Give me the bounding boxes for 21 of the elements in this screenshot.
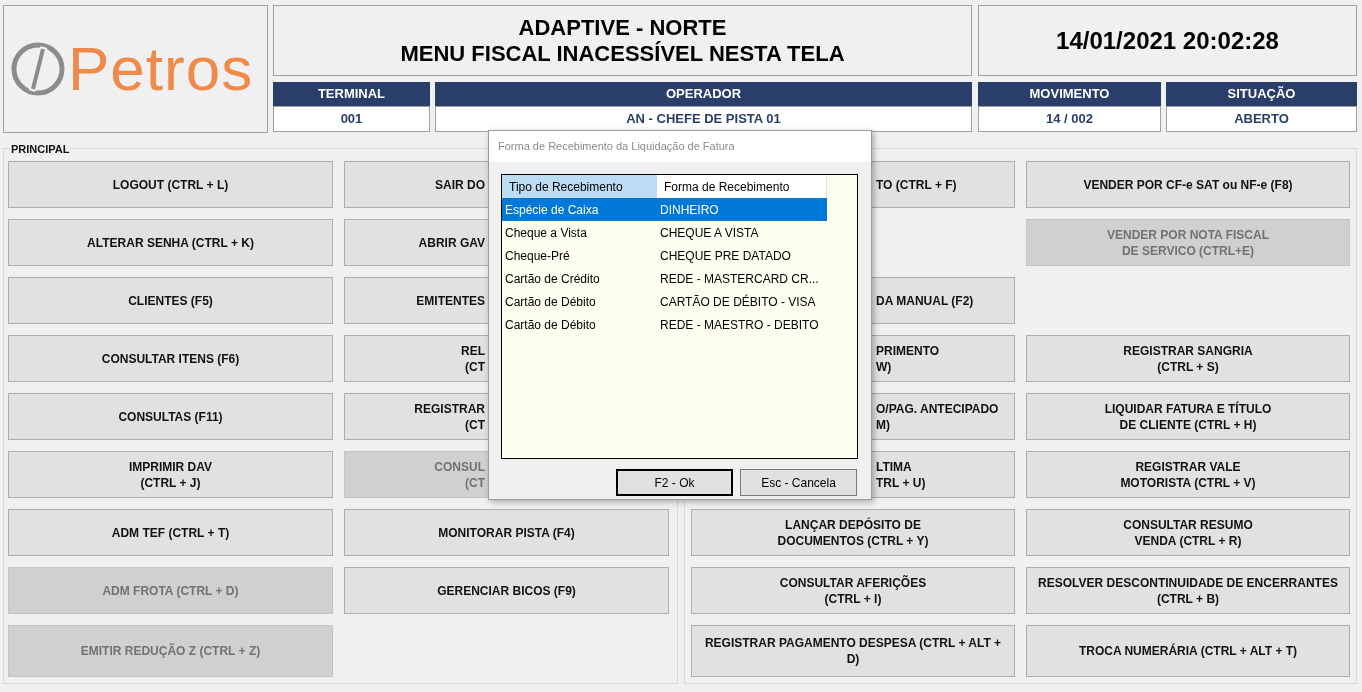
list-cell-text: Espécie de Caixa <box>504 201 600 219</box>
info-header: OPERADOR <box>435 82 972 106</box>
datetime-text: 14/01/2021 20:02:28 <box>1056 25 1279 56</box>
screen-title: ADAPTIVE - NORTE <box>518 14 727 41</box>
list-cell-text: DINHEIRO <box>659 201 719 219</box>
logo-text: Petros <box>68 34 254 104</box>
list-cell-text: Cheque-Pré <box>504 247 571 265</box>
info-value: AN - CHEFE DE PISTA 01 <box>435 106 972 132</box>
info-header: TERMINAL <box>273 82 430 106</box>
info-value: 001 <box>273 106 430 132</box>
list-cell-text: CHEQUE A VISTA <box>659 224 759 242</box>
list-cell-text: Cheque a Vista <box>504 224 588 242</box>
info-value: ABERTO <box>1166 106 1357 132</box>
list-cell-text: Cartão de Débito <box>504 293 597 311</box>
info-header: SITUAÇÃO <box>1166 82 1357 106</box>
screen-title: MENU FISCAL INACESSÍVEL NESTA TELA <box>400 40 845 67</box>
dialog-title: Forma de Recebimento da Liquidação de Fatura <box>498 139 735 155</box>
info-header: MOVIMENTO <box>978 82 1161 106</box>
group-title: PRINCIPAL <box>10 143 71 155</box>
info-value: 14 / 002 <box>978 106 1161 132</box>
list-cell-text: CHEQUE PRE DATADO <box>659 247 791 265</box>
